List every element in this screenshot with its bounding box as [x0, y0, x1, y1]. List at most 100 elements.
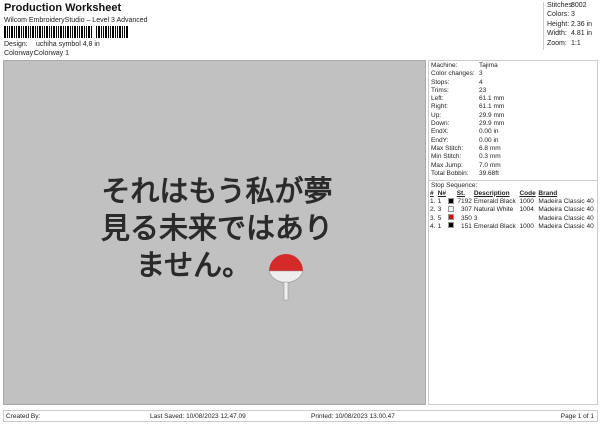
stitch-count: 307 [460, 206, 472, 214]
stat-label: Max Jump: [431, 161, 463, 169]
stat-row: Zoom: 1:1 [544, 40, 599, 49]
barcode-bar [58, 26, 59, 38]
stat-value: 1:1 [571, 39, 581, 47]
barcode-bar [91, 26, 92, 38]
color-swatch [447, 197, 455, 205]
barcode-bar [117, 26, 118, 38]
stat-value: 29.9 mm [479, 111, 505, 119]
color-swatch [447, 205, 455, 214]
stat-label: Width: [547, 30, 567, 38]
stat-row: Right: 61.1 mm [429, 103, 597, 111]
brand: Madeira Classic 40 [538, 214, 594, 222]
design-row: Design: uchiha symbol 4,8 in [4, 41, 100, 48]
stat-row: Height: 2.36 in [544, 21, 599, 30]
brand: Madeira Classic 40 [538, 198, 594, 206]
color-swatch [447, 222, 455, 230]
stat-row: Colors: 3 [544, 11, 599, 20]
code [518, 214, 537, 222]
stat-label: Stitches: [547, 2, 574, 9]
stat-row: EndX: 0.00 in [429, 128, 597, 136]
stop-sequence-table: # N# St. Description Code Brand 1. 1 7192 Emerald… [429, 189, 597, 230]
machine-info-panel: Machine: Tajima Color changes: 3 Stops: 4 Trim… [428, 60, 598, 405]
stat-row: Machine: Tajima [429, 62, 597, 70]
stop-number: 2. [430, 206, 436, 214]
stat-row: Max Stitch: 6.8 mm [429, 145, 597, 153]
barcode-bar [86, 26, 87, 38]
barcode-bar [126, 26, 128, 38]
barcode-bar [23, 26, 24, 38]
barcode-bar [53, 26, 55, 38]
stat-row: Total Bobbin: 39.68ft [429, 170, 597, 178]
barcode-bar [119, 26, 121, 38]
stat-label: Color changes: [431, 70, 475, 78]
colorway-row: Colorway: Colorway 1 [4, 50, 69, 57]
last-saved: Last Saved: 10/08/2023 12.47.09 [150, 413, 246, 420]
stat-value: 61.1 mm [479, 103, 505, 111]
stat-value: 61.1 mm [479, 95, 505, 103]
color-swatch [447, 214, 455, 222]
stat-value: 39.68ft [479, 169, 499, 177]
table-row: 4. 1 151 Emerald Black 1000 Madeira Classic 4… [429, 222, 597, 230]
needle-number: 5 [437, 214, 442, 222]
stat-label: Colors: [547, 11, 570, 19]
stop-sequence: Stop Sequence: # N# St. Description Code Bran… [429, 180, 597, 230]
description: 3 [473, 214, 478, 222]
stat-value: 29.9 mm [479, 120, 505, 128]
uchiha-fan-icon [268, 253, 304, 301]
stat-value: 4.81 in [571, 30, 593, 38]
stat-value: 6.8 mm [479, 144, 501, 152]
needle-number: 3 [437, 206, 442, 214]
barcode-bar [11, 26, 13, 38]
barcode-bar [25, 26, 27, 38]
barcode-bar [108, 26, 109, 38]
barcode-bar [21, 26, 22, 38]
stat-row: Trims: 23 [429, 87, 597, 95]
barcode-bar [44, 26, 45, 38]
brand: Madeira Classic 40 [538, 206, 594, 214]
stat-label: Stops: [431, 78, 450, 86]
stop-sequence-label: Stop Sequence: [431, 182, 478, 190]
barcode-bar [51, 26, 52, 38]
barcode-bar [7, 26, 8, 38]
barcode-bar [72, 26, 73, 38]
stats-box: Stitches: 8002 Colors: 3 Height: 2.36 in Width… [543, 2, 599, 50]
barcode [4, 26, 158, 38]
barcode-bar [88, 26, 90, 38]
barcode-bar [96, 26, 97, 38]
stat-value: 23 [479, 86, 487, 94]
barcode-bar [37, 26, 38, 38]
printed-date: Printed: 10/08/2023 13.00.47 [311, 413, 395, 420]
table-row: 1. 1 7192 Emerald Black 1000 Madeira Classic … [429, 197, 597, 205]
barcode-bar [49, 26, 50, 38]
needle-number: 1 [437, 222, 442, 230]
stat-row: Color changes: 3 [429, 70, 597, 78]
barcode-bar [9, 26, 10, 38]
stitch-count: 350 [460, 214, 472, 222]
barcode-bar [77, 26, 78, 38]
stat-label: Zoom: [547, 39, 567, 47]
column-header-swatch [447, 189, 455, 197]
table-row: 2. 3 307 Natural White 1004 Madeira Classic 4… [429, 205, 597, 214]
barcode-bar [112, 26, 114, 38]
colorway-value: Colorway 1 [34, 50, 70, 57]
description: Emerald Black [473, 198, 516, 206]
barcode-bar [105, 26, 107, 38]
created-by: Created By: [6, 413, 41, 420]
stat-row: Min Stitch: 0.3 mm [429, 153, 597, 161]
stat-value: 3 [571, 11, 575, 19]
stat-value: 2.36 in [571, 20, 593, 28]
barcode-bar [84, 26, 85, 38]
embroidery-text: それはもう私が夢 見る未来ではあり ません。 [82, 173, 352, 284]
column-header: Brand [538, 189, 558, 197]
text-line: 見る未来ではあり [100, 211, 333, 245]
stat-row: Down: 29.9 mm [429, 120, 597, 128]
barcode-bar [124, 26, 125, 38]
stat-label: Down: [431, 120, 450, 128]
barcode-bar [4, 26, 6, 38]
barcode-bar [16, 26, 17, 38]
stat-value: 3 [479, 70, 483, 78]
stat-row: Width: 4.81 in [544, 30, 599, 39]
colorway-label: Colorway: [4, 50, 36, 57]
footer: Created By: Last Saved: 10/08/2023 12.47… [3, 410, 598, 422]
stat-row: Stitches: 8002 [544, 2, 599, 11]
